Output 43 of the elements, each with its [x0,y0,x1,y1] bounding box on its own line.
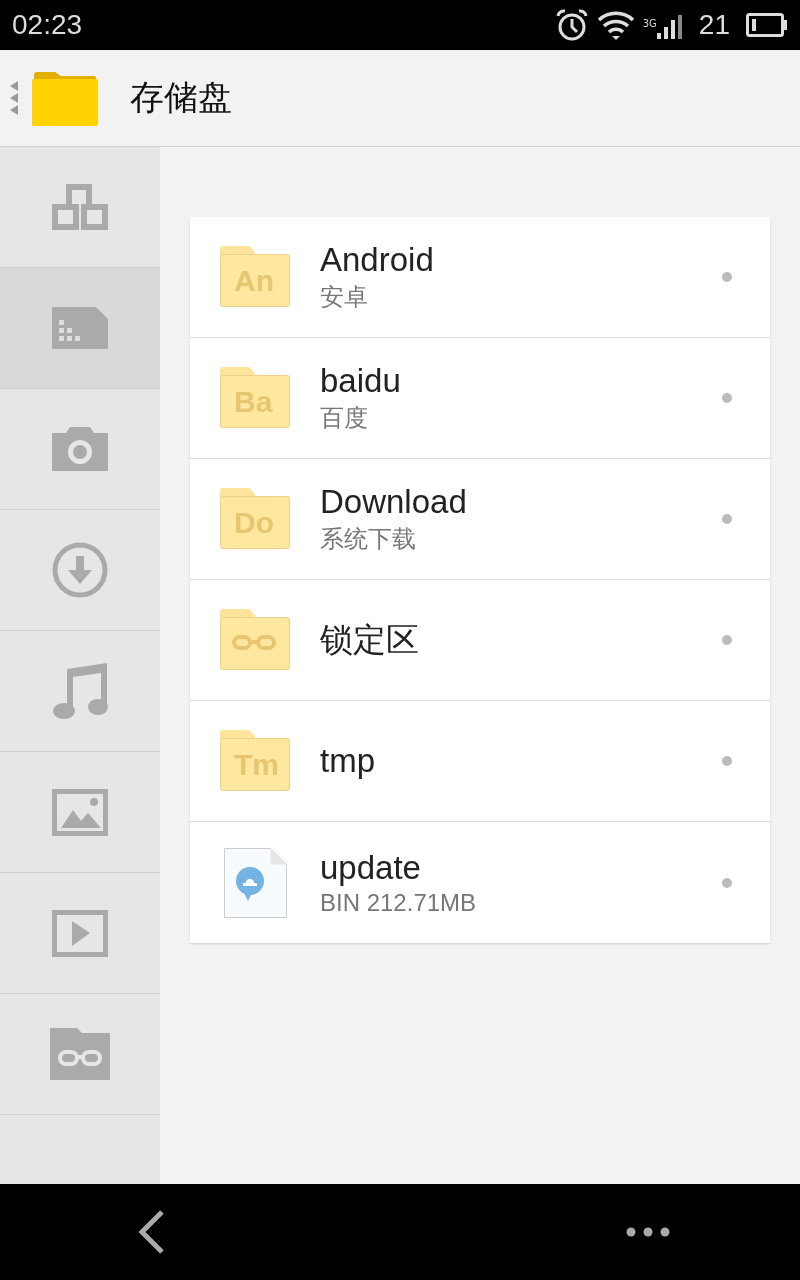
folder-icon [220,488,290,550]
file-detail: 百度 [320,403,369,433]
file-name: tmp [320,742,376,780]
image-icon [52,788,108,836]
file-detail: 系统下载 [320,524,417,554]
battery-level: 21 [698,9,730,41]
file-row[interactable]: update BIN 212.71MB [190,822,770,943]
music-note-icon [52,663,108,719]
file-name: update [320,848,422,887]
more-dot-icon[interactable] [722,393,732,403]
more-dot-icon[interactable] [722,272,732,282]
camera-icon [52,427,108,471]
battery-icon [746,13,788,37]
more-dot-icon[interactable] [722,635,732,645]
file-detail: BIN 212.71MB [320,888,478,917]
file-name: Download [320,483,468,521]
file-name: Android [320,241,435,279]
sidebar-item[interactable] [0,268,160,389]
network-type: 3G [642,18,657,29]
sd-card-icon [52,307,108,349]
more-options-icon[interactable] [626,1227,670,1237]
back-icon[interactable] [138,1210,166,1254]
glasses-folder-icon [50,1028,110,1080]
clock-time: 02:23 [12,9,83,41]
file-name: 锁定区 [320,619,420,660]
glasses-folder-icon [220,609,290,671]
file-row[interactable]: 锁定区 [190,580,770,701]
alarm-icon [554,8,589,42]
category-blocks-icon [52,184,108,230]
more-dot-icon[interactable] [722,514,732,524]
more-dot-icon[interactable] [722,756,732,766]
wifi-icon [596,10,635,40]
file-name: baidu [320,362,402,400]
file-detail: 安卓 [320,282,369,312]
download-icon [52,542,108,598]
folder-icon [220,246,290,308]
drawer-handle-icon[interactable] [10,81,20,115]
folder-icon [220,367,290,429]
video-play-icon [52,909,108,957]
folder-icon [32,69,98,127]
folder-title: 存储盘 [130,76,232,119]
more-dot-icon[interactable] [722,877,732,888]
folder-icon [220,730,290,792]
